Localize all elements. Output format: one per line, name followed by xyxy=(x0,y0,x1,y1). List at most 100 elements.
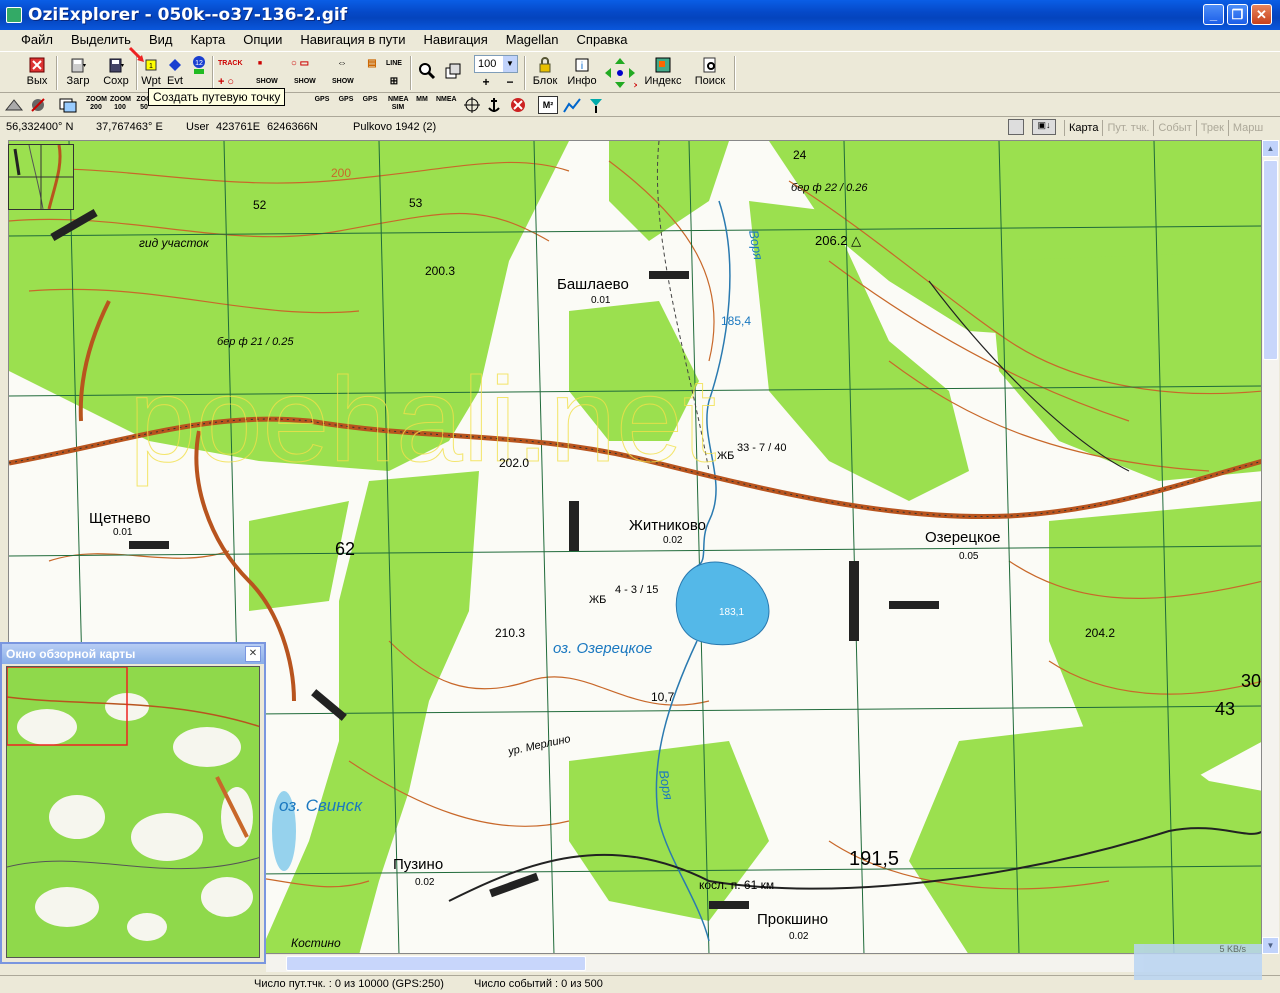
route-edit-button[interactable]: ⇔ xyxy=(332,56,352,72)
event-button[interactable]: Evt xyxy=(164,54,186,92)
label-bashlaevo-value: 0.01 xyxy=(591,295,611,306)
label-puzino: Пузино xyxy=(393,856,443,873)
overview-map[interactable] xyxy=(6,666,260,958)
vertical-scrollbar[interactable]: ▲ ▼ xyxy=(1262,140,1279,954)
save-to-disk-icon[interactable]: ▣↓ xyxy=(1032,119,1056,135)
tab-route[interactable]: Марш xyxy=(1227,120,1267,136)
label-birch-forest-1: бер ф 21 / 0.25 xyxy=(217,336,294,348)
minimize-button[interactable]: _ xyxy=(1203,4,1224,25)
tab-events[interactable]: Событ xyxy=(1153,120,1195,136)
label-height-2042: 204.2 xyxy=(1085,626,1115,640)
exit-button[interactable]: Вых xyxy=(22,54,52,92)
menu-help[interactable]: Справка xyxy=(568,30,637,50)
nmea-sim-button[interactable]: NMEA SIM xyxy=(388,96,409,114)
track-button[interactable]: TRACK xyxy=(218,56,243,72)
label-bridge-zhb2-value: 4 - 3 / 15 xyxy=(615,584,658,596)
move-arrows-button[interactable]: ✕ xyxy=(602,54,640,92)
label-bridge-zhb2: ЖБ xyxy=(589,594,606,606)
grid-button[interactable]: ⊞ xyxy=(384,74,404,90)
horizontal-scrollbar[interactable] xyxy=(266,955,1262,972)
label-zhitnikovo-value: 0.02 xyxy=(663,535,683,546)
nmea-button[interactable]: NMEA xyxy=(436,96,457,114)
map-image-icon[interactable] xyxy=(1008,119,1024,135)
zoom-100-button[interactable]: ZOOM 100 xyxy=(110,96,131,114)
map-windows-icon[interactable] xyxy=(58,96,78,114)
tab-waypoints[interactable]: Пут. тчк. xyxy=(1102,120,1153,136)
overview-window[interactable]: Окно обзорной карты ✕ xyxy=(0,642,266,964)
gps-settings-icon[interactable] xyxy=(28,96,48,114)
menu-moving-nav[interactable]: Навигация в пути xyxy=(291,30,414,50)
search-icon xyxy=(703,57,716,73)
position-mini-map[interactable] xyxy=(8,144,74,210)
longitude-readout: 37,767463° E xyxy=(96,121,163,133)
block-label: Блок xyxy=(532,75,558,87)
line-draw-button[interactable]: ○ ▭ xyxy=(290,56,310,72)
menu-file[interactable]: Файл xyxy=(12,30,62,50)
menu-map[interactable]: Карта xyxy=(181,30,234,50)
zoom-tool-button[interactable] xyxy=(416,54,438,92)
label-lake-depth: 183,1 xyxy=(719,607,744,618)
line-button[interactable]: LINE xyxy=(384,56,404,72)
calibrate-icon[interactable] xyxy=(4,96,24,114)
index-button[interactable]: Индекс xyxy=(642,54,684,92)
tab-track[interactable]: Трек xyxy=(1195,120,1228,136)
overview-title: Окно обзорной карты xyxy=(2,644,264,664)
label-lake-ozeretskoe: оз. Озерецкое xyxy=(553,640,652,657)
scroll-down-icon[interactable]: ▼ xyxy=(1262,937,1279,954)
load-button[interactable]: Загр xyxy=(62,54,94,92)
save-label: Сохр xyxy=(103,75,129,87)
elevation-chart-icon[interactable] xyxy=(562,96,582,114)
label-grid-43: 43 xyxy=(1215,699,1235,719)
label-height-2062: 206.2 △ xyxy=(815,233,861,248)
route-icon: 12 xyxy=(193,56,205,74)
zoom-200-button[interactable]: ZOOM 200 xyxy=(86,96,107,114)
window-zoom-button[interactable] xyxy=(442,54,464,92)
index-label: Индекс xyxy=(644,75,682,87)
map-select-button[interactable]: ▤ xyxy=(362,56,382,72)
stop-icon[interactable] xyxy=(508,96,528,114)
search-button[interactable]: Поиск xyxy=(690,54,730,92)
block-button[interactable]: Блок xyxy=(530,54,560,92)
zoom-level-select[interactable]: 100 ▼ xyxy=(474,55,518,73)
menu-navigation[interactable]: Навигация xyxy=(415,30,497,50)
red-arrow-icon xyxy=(128,46,144,62)
show-lines-button[interactable]: SHOW xyxy=(294,74,316,90)
label-prokshino-value: 0.02 xyxy=(789,931,809,942)
zoom-in-button[interactable]: + xyxy=(476,74,496,90)
crosshair-icon[interactable] xyxy=(462,96,482,114)
moving-map-button[interactable]: MM xyxy=(412,96,432,114)
show-route-button[interactable]: SHOW xyxy=(332,74,354,90)
gps-receive-button[interactable]: GPS xyxy=(336,96,356,114)
track-point-button[interactable]: ■ xyxy=(250,56,270,72)
horizontal-scroll-thumb[interactable] xyxy=(286,956,586,971)
tab-map[interactable]: Карта xyxy=(1064,120,1102,136)
speed-widget: 5 KB/s xyxy=(1134,944,1262,980)
info-icon: i xyxy=(575,58,589,72)
menu-magellan[interactable]: Magellan xyxy=(497,30,568,50)
route-button[interactable]: 12 xyxy=(188,54,210,92)
save-icon xyxy=(109,58,124,73)
gps-send-button[interactable]: GPS xyxy=(312,96,332,114)
label-grid-30: 30 xyxy=(1241,671,1261,691)
chevron-down-icon[interactable]: ▼ xyxy=(503,56,517,72)
scroll-up-icon[interactable]: ▲ xyxy=(1262,140,1279,157)
antenna-icon[interactable] xyxy=(586,96,606,114)
overview-close-icon[interactable]: ✕ xyxy=(245,646,261,662)
label-shchetnevo: Щетнево xyxy=(89,510,151,527)
label-uchastok: гид участок xyxy=(139,236,210,250)
label-height-2020: 202.0 xyxy=(499,456,529,470)
vertical-scroll-thumb[interactable] xyxy=(1263,160,1278,360)
waypoint-label: Wpt xyxy=(141,75,161,87)
gps-route-button[interactable]: GPS xyxy=(360,96,380,114)
close-button[interactable]: ✕ xyxy=(1251,4,1272,25)
anchor-icon[interactable] xyxy=(484,96,504,114)
zoom-out-button[interactable]: − xyxy=(500,74,520,90)
label-grid-53: 53 xyxy=(409,196,423,210)
label-height-2003: 200.3 xyxy=(425,264,455,278)
maximize-button[interactable]: ❐ xyxy=(1227,4,1248,25)
northing-readout: 6246366N xyxy=(267,121,318,133)
menu-options[interactable]: Опции xyxy=(234,30,291,50)
info-button[interactable]: i Инфо xyxy=(566,54,598,92)
zoom-level-value: 100 xyxy=(478,58,497,70)
area-button[interactable]: M² xyxy=(538,96,558,114)
